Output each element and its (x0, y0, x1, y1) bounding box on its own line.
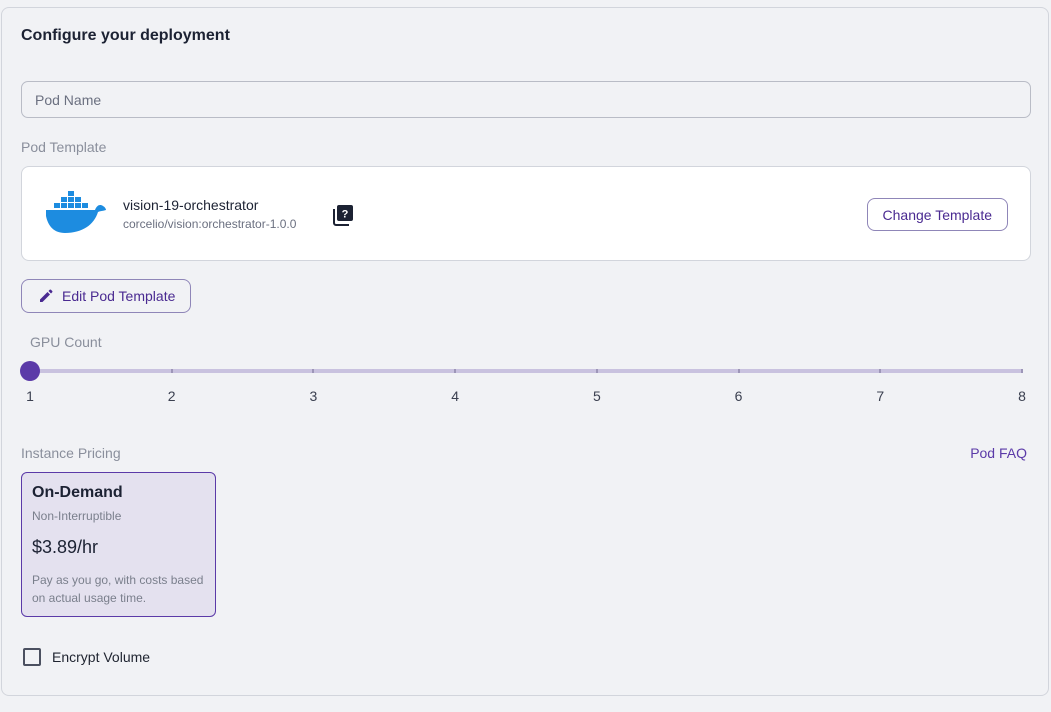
slider-tick (595, 369, 598, 373)
pod-faq-link[interactable]: Pod FAQ (970, 445, 1027, 461)
slider-tick (737, 369, 740, 373)
slider-tick-label: 7 (876, 388, 885, 404)
slider-tick-label: 6 (734, 388, 743, 404)
page-title: Configure your deployment (21, 27, 230, 44)
slider-tick (312, 369, 315, 373)
pricing-option-subtitle: Non-Interruptible (32, 509, 122, 523)
pod-template-card: vision-19-orchestrator corcelio/vision:o… (21, 166, 1031, 261)
slider-tick-label: 1 (26, 388, 34, 404)
slider-tick (1021, 369, 1023, 373)
slider-tick-label: 4 (451, 388, 460, 404)
slider-tick-label: 5 (592, 388, 601, 404)
encrypt-volume-label: Encrypt Volume (52, 649, 151, 665)
docker-icon (46, 191, 106, 233)
pricing-option-on-demand[interactable]: On-Demand Non-Interruptible $3.89/hr Pay… (21, 472, 216, 617)
encrypt-volume-checkbox[interactable] (23, 648, 41, 666)
slider-tick (879, 369, 882, 373)
help-book-icon[interactable]: ? (332, 204, 354, 226)
edit-pod-template-label: Edit Pod Template (62, 288, 176, 304)
template-name: vision-19-orchestrator (123, 197, 259, 213)
pricing-option-title: On-Demand (32, 484, 123, 501)
pod-name-input[interactable] (21, 81, 1031, 118)
slider-tick (454, 369, 457, 373)
pricing-option-price: $3.89/hr (32, 537, 99, 557)
gpu-count-slider-track[interactable] (30, 369, 1023, 373)
gpu-count-slider-thumb[interactable] (20, 361, 40, 381)
pricing-option-description: Pay as you go, with costs based on actua… (32, 573, 204, 605)
slider-tick-label: 3 (309, 388, 318, 404)
slider-tick-label: 2 (167, 388, 176, 404)
pencil-icon (40, 289, 53, 302)
edit-pod-template-button[interactable]: Edit Pod Template (21, 279, 191, 313)
slider-tick (170, 369, 173, 373)
slider-tick-label: 8 (1018, 388, 1026, 404)
change-template-button[interactable]: Change Template (866, 198, 1008, 231)
pod-template-label: Pod Template (21, 139, 107, 155)
svg-text:?: ? (342, 209, 349, 221)
template-image: corcelio/vision:orchestrator-1.0.0 (123, 217, 297, 231)
deployment-config-panel: Configure your deployment Pod Template v… (1, 7, 1049, 696)
instance-pricing-label: Instance Pricing (21, 445, 121, 461)
gpu-count-label: GPU Count (30, 334, 102, 350)
